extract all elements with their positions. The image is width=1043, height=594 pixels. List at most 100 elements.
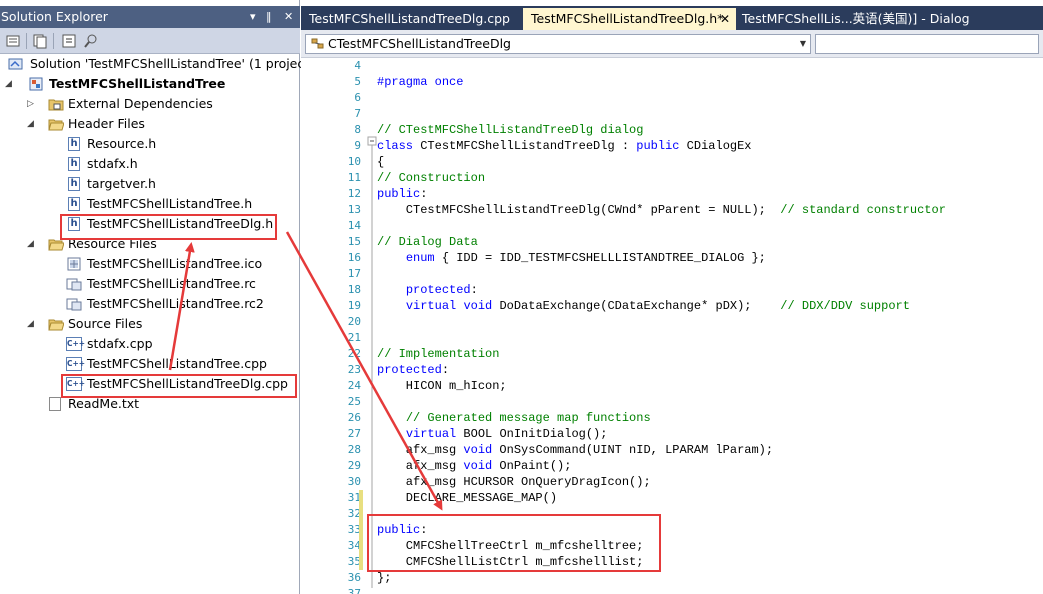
code-line[interactable]: virtual void DoDataExchange(CDataExchang…	[377, 298, 910, 314]
tree-item-label: Header Files	[68, 116, 145, 131]
tree-item-label: TestMFCShellListandTree.cpp	[87, 356, 267, 371]
refresh-button[interactable]	[60, 32, 78, 50]
rc-file-icon	[66, 278, 82, 291]
tree-item-label: stdafx.cpp	[87, 336, 153, 351]
properties-button[interactable]	[4, 32, 22, 50]
tree-item-ico[interactable]: TestMFCShellListandTree.ico	[0, 254, 299, 274]
tree-item-label: TestMFCShellListandTree.ico	[87, 256, 263, 271]
show-all-files-icon	[33, 34, 47, 49]
tree-item-resource-h[interactable]: h Resource.h	[0, 134, 299, 154]
solution-icon	[8, 58, 23, 70]
close-tab-icon[interactable]: ✕	[720, 8, 730, 30]
code-line[interactable]: HICON m_hIcon;	[377, 378, 507, 394]
code-line[interactable]: // Generated message map functions	[377, 410, 651, 426]
code-line[interactable]: CTestMFCShellListandTreeDlg(CWnd* pParen…	[377, 202, 946, 218]
folder-icon	[48, 99, 64, 111]
collapse-arrow-icon[interactable]: ◢	[27, 114, 37, 134]
line-number: 14	[347, 219, 361, 232]
code-line[interactable]: class CTestMFCShellListandTreeDlg : publ…	[377, 138, 752, 154]
code-line[interactable]: public:	[377, 186, 427, 202]
line-number: 26	[347, 411, 361, 424]
tree-item-label: External Dependencies	[68, 96, 213, 111]
line-number: 6	[354, 91, 361, 104]
line-number: 35	[347, 555, 361, 568]
code-line[interactable]: // Dialog Data	[377, 234, 478, 250]
project-icon	[29, 77, 43, 91]
collapse-arrow-icon[interactable]: ◢	[27, 234, 37, 254]
code-line[interactable]: enum { IDD = IDD_TESTMFCSHELLLISTANDTREE…	[377, 250, 766, 266]
member-dropdown[interactable]	[815, 34, 1039, 54]
tree-item-label: TestMFCShellListandTree	[49, 76, 226, 91]
code-line[interactable]: afx_msg HCURSOR OnQueryDragIcon();	[377, 474, 651, 490]
header-file-icon: h	[68, 137, 80, 151]
line-number: 18	[347, 283, 361, 296]
class-diagram-icon	[84, 34, 97, 48]
code-line[interactable]: protected:	[377, 362, 449, 378]
line-number: 32	[347, 507, 361, 520]
line-number: 24	[347, 379, 361, 392]
line-number: 17	[347, 267, 361, 280]
code-line[interactable]: virtual BOOL OnInitDialog();	[377, 426, 608, 442]
tree-item-label: stdafx.h	[87, 156, 138, 171]
line-number: 28	[347, 443, 361, 456]
chevron-down-icon[interactable]: ▼	[800, 35, 806, 53]
expand-arrow-icon[interactable]: ▷	[27, 94, 37, 114]
code-line[interactable]: // Implementation	[377, 346, 499, 362]
view-class-diagram-button[interactable]	[82, 32, 100, 50]
tab-dialog-resource[interactable]: TestMFCShellLis...英语(美国)] - Dialog	[734, 8, 1043, 30]
tab-dlg-cpp[interactable]: TestMFCShellListandTreeDlg.cpp	[301, 8, 521, 30]
solution-explorer-title-bar: Solution Explorer ▾ ‖ ✕	[0, 6, 300, 28]
line-number: 13	[347, 203, 361, 216]
tab-dlg-h[interactable]: TestMFCShellListandTreeDlg.h* ✕	[523, 8, 736, 30]
close-panel-icon[interactable]: ✕	[284, 6, 293, 28]
indicator-margin[interactable]	[301, 58, 323, 594]
text-file-icon	[49, 397, 61, 411]
tree-item-app-cpp[interactable]: C++ TestMFCShellListandTree.cpp	[0, 354, 299, 374]
code-line[interactable]: {	[377, 154, 384, 170]
toolbar-separator	[26, 33, 27, 49]
collapse-arrow-icon[interactable]: ◢	[27, 314, 37, 334]
collapse-arrow-icon[interactable]: ◢	[5, 74, 15, 94]
tree-item-external-dependencies[interactable]: ▷ External Dependencies	[0, 94, 299, 114]
tree-item-app-h[interactable]: h TestMFCShellListandTree.h	[0, 194, 299, 214]
tree-item-stdafx-h[interactable]: h stdafx.h	[0, 154, 299, 174]
refresh-icon	[62, 34, 76, 48]
tree-item-header-files[interactable]: ◢ Header Files	[0, 114, 299, 134]
line-number: 27	[347, 427, 361, 440]
code-line[interactable]: // Construction	[377, 170, 485, 186]
tree-item-rc2[interactable]: TestMFCShellListandTree.rc2	[0, 294, 299, 314]
auto-hide-pin-icon[interactable]: ‖	[266, 6, 272, 28]
code-line[interactable]: protected:	[377, 282, 478, 298]
tree-item-solution[interactable]: Solution 'TestMFCShellListandTree' (1 pr…	[0, 54, 314, 74]
tree-item-label: targetver.h	[87, 176, 156, 191]
tree-item-label: Source Files	[68, 316, 143, 331]
line-number: 5	[354, 75, 361, 88]
code-line[interactable]: DECLARE_MESSAGE_MAP()	[377, 490, 557, 506]
cpp-file-icon: C++	[66, 357, 85, 371]
solution-tree: Solution 'TestMFCShellListandTree' (1 pr…	[0, 54, 314, 594]
class-dropdown[interactable]: CTestMFCShellListandTreeDlg ▼	[305, 34, 811, 54]
code-line[interactable]: afx_msg void OnPaint();	[377, 458, 572, 474]
toolbar-separator	[53, 33, 54, 49]
tree-item-project[interactable]: ◢ TestMFCShellListandTree	[0, 74, 299, 94]
tree-item-stdafx-cpp[interactable]: C++ stdafx.cpp	[0, 334, 299, 354]
line-number: 33	[347, 523, 361, 536]
window-position-dropdown-icon[interactable]: ▾	[250, 6, 256, 28]
line-number: 19	[347, 299, 361, 312]
solution-explorer-panel: Solution Explorer ▾ ‖ ✕ Solution 'TestMF…	[0, 0, 314, 594]
tree-item-rc[interactable]: TestMFCShellListandTree.rc	[0, 274, 299, 294]
code-line[interactable]: afx_msg void OnSysCommand(UINT nID, LPAR…	[377, 442, 773, 458]
line-number: 37	[347, 587, 361, 594]
line-number: 22	[347, 347, 361, 360]
tree-item-source-files[interactable]: ◢ Source Files	[0, 314, 299, 334]
document-tab-bar: TestMFCShellListandTreeDlg.cpp TestMFCSh…	[301, 6, 1043, 30]
code-line[interactable]: #pragma once	[377, 74, 463, 90]
tab-label: TestMFCShellLis...英语(美国)] - Dialog	[742, 11, 970, 26]
header-file-icon: h	[68, 177, 80, 191]
line-number: 23	[347, 363, 361, 376]
code-line[interactable]: };	[377, 570, 391, 586]
tree-item-targetver-h[interactable]: h targetver.h	[0, 174, 299, 194]
show-all-files-button[interactable]	[31, 32, 49, 50]
code-line[interactable]: // CTestMFCShellListandTreeDlg dialog	[377, 122, 643, 138]
line-number: 29	[347, 459, 361, 472]
